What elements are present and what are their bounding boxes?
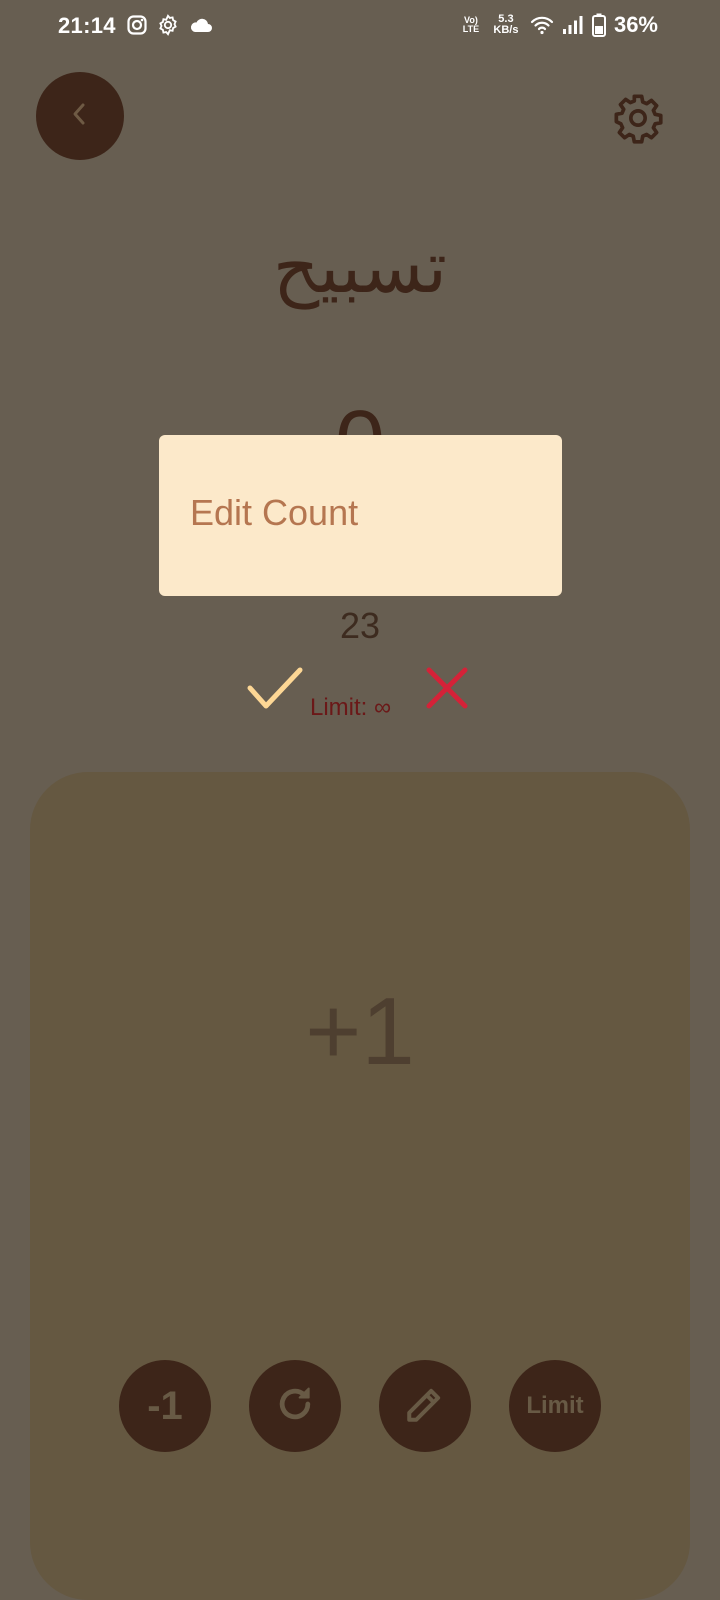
decrement-button[interactable]: -1 <box>119 1360 211 1452</box>
signal-icon <box>562 15 584 35</box>
chevron-left-icon <box>70 101 90 131</box>
decrement-label: -1 <box>147 1383 183 1428</box>
edit-count-dialog: Edit Count <box>159 435 562 596</box>
pencil-icon <box>404 1383 446 1430</box>
dialog-title: Edit Count <box>190 492 359 533</box>
wifi-icon <box>530 15 554 35</box>
cloud-icon <box>189 16 213 34</box>
status-time: 21:14 <box>58 13 116 38</box>
gear-icon <box>157 14 179 36</box>
back-button[interactable] <box>36 72 124 160</box>
status-right: Vo) LTE 5.3 KB/s 36% <box>460 12 658 38</box>
limit-button-label: Limit <box>526 1392 584 1419</box>
status-left-icons <box>127 14 213 36</box>
check-icon[interactable] <box>246 666 304 712</box>
battery-icon <box>591 13 606 37</box>
refresh-icon <box>273 1382 317 1431</box>
gear-icon <box>612 94 664 148</box>
status-bar: 21:14 Vo) LTE 5.3 KB/s 36% <box>0 0 720 56</box>
counter-tap-area[interactable]: +1 -1 Limit <box>30 772 690 1600</box>
edit-count-input[interactable]: 23 <box>0 605 720 647</box>
instagram-icon <box>127 15 147 35</box>
settings-button[interactable] <box>612 92 664 144</box>
action-row: -1 Limit <box>30 1360 690 1452</box>
battery-percent: 36% <box>613 12 658 37</box>
page-title: تسبيح <box>272 225 448 309</box>
edit-button[interactable] <box>379 1360 471 1452</box>
volte-indicator: Vo) LTE <box>462 15 480 34</box>
limit-button[interactable]: Limit <box>509 1360 601 1452</box>
reset-button[interactable] <box>249 1360 341 1452</box>
network-speed: 5.3 KB/s <box>493 13 519 36</box>
close-icon[interactable] <box>423 664 471 712</box>
increment-label: +1 <box>305 978 415 1085</box>
limit-text: Limit: ∞ <box>310 694 392 721</box>
